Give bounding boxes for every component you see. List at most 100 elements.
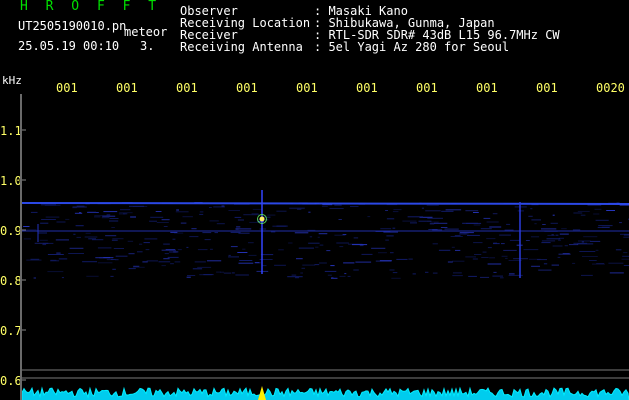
noise-speck	[459, 232, 474, 234]
noise-speck	[592, 263, 605, 265]
noise-speck	[499, 234, 511, 236]
noise-speck	[623, 252, 628, 254]
noise-speck	[353, 237, 359, 239]
noise-speck	[237, 252, 248, 253]
noise-speck	[254, 262, 261, 264]
noise-speck	[291, 274, 297, 276]
noise-speck	[50, 259, 57, 261]
noise-speck	[534, 223, 537, 225]
noise-speck	[452, 260, 465, 262]
noise-speck	[252, 208, 263, 210]
noise-speck	[137, 251, 143, 253]
noise-speck	[473, 224, 481, 226]
noise-speck	[371, 247, 386, 249]
noise-speck	[47, 271, 64, 273]
noise-speck	[174, 261, 181, 263]
noise-speck	[552, 214, 555, 216]
noise-speck	[321, 206, 328, 207]
noise-speck	[94, 215, 108, 217]
noise-speck	[392, 227, 396, 229]
noise-speck	[308, 211, 311, 213]
noise-speck	[468, 275, 477, 277]
noise-speck	[486, 238, 496, 240]
noise-speck	[408, 258, 413, 260]
noise-speck	[132, 266, 145, 268]
noise-speck	[294, 232, 309, 234]
noise-speck	[127, 240, 134, 242]
noise-speck	[619, 222, 622, 224]
noise-speck	[386, 218, 395, 220]
noise-speck	[389, 269, 395, 271]
noise-speck	[318, 233, 328, 235]
noise-speck	[326, 250, 331, 252]
freq-label: 1.0	[0, 174, 22, 188]
noise-speck	[385, 239, 389, 241]
noise-speck	[465, 210, 479, 212]
noise-speck	[97, 262, 113, 264]
noise-speck	[248, 254, 257, 256]
noise-speck	[194, 261, 206, 263]
noise-speck	[309, 236, 313, 238]
noise-speck	[220, 271, 224, 273]
noise-speck	[97, 247, 112, 249]
noise-speck	[243, 214, 260, 216]
noise-speck	[501, 255, 508, 257]
noise-speck	[30, 211, 38, 213]
noise-speck	[474, 254, 482, 255]
noise-speck	[239, 260, 253, 261]
noise-speck	[44, 204, 61, 206]
noise-speck	[465, 256, 476, 258]
noise-speck	[209, 207, 212, 208]
noise-speck	[164, 253, 169, 255]
noise-speck	[301, 267, 305, 269]
spectrogram-plot	[22, 129, 629, 400]
noise-speck	[68, 253, 84, 254]
noise-speck	[95, 257, 110, 259]
noise-speck	[214, 232, 218, 234]
noise-speck	[438, 249, 451, 251]
noise-speck	[56, 252, 61, 254]
noise-speck	[207, 260, 222, 262]
noise-speck	[33, 277, 36, 279]
noise-speck	[454, 235, 461, 237]
noise-speck	[228, 210, 240, 211]
noise-speck	[23, 238, 31, 240]
noise-speck	[352, 244, 368, 246]
time-label: 001	[476, 81, 498, 95]
noise-speck	[581, 241, 584, 243]
noise-speck	[230, 231, 241, 233]
noise-speck	[573, 242, 588, 244]
noise-speck	[432, 229, 443, 231]
noise-speck	[73, 233, 76, 235]
noise-speck	[158, 261, 171, 263]
noise-speck	[402, 220, 417, 222]
noise-speck	[573, 212, 583, 214]
noise-speck	[331, 277, 338, 279]
noise-speck	[118, 213, 126, 215]
noise-speck	[170, 263, 174, 265]
noise-speck	[223, 272, 232, 274]
noise-speck	[248, 242, 254, 244]
noise-speck	[112, 268, 116, 270]
noise-speck	[300, 272, 303, 274]
noise-speck	[393, 209, 402, 211]
noise-speck	[327, 274, 332, 276]
noise-speck	[489, 257, 495, 259]
noise-speck	[210, 248, 213, 250]
noise-speck	[41, 219, 56, 220]
noise-speck	[65, 218, 70, 220]
noise-speck	[473, 242, 483, 244]
freq-label: 0.9	[0, 224, 22, 238]
noise-speck	[119, 212, 133, 214]
noise-speck	[110, 259, 116, 260]
freq-label: 0.6	[0, 374, 22, 388]
noise-speck	[350, 206, 359, 207]
noise-speck	[487, 263, 502, 265]
noise-speck	[175, 211, 189, 213]
noise-speck	[314, 264, 320, 266]
noise-speck	[30, 258, 40, 260]
timestamp: 25.05.19 00:10	[18, 39, 120, 53]
noise-speck	[56, 221, 66, 223]
noise-speck	[274, 264, 286, 266]
noise-speck	[472, 258, 478, 260]
